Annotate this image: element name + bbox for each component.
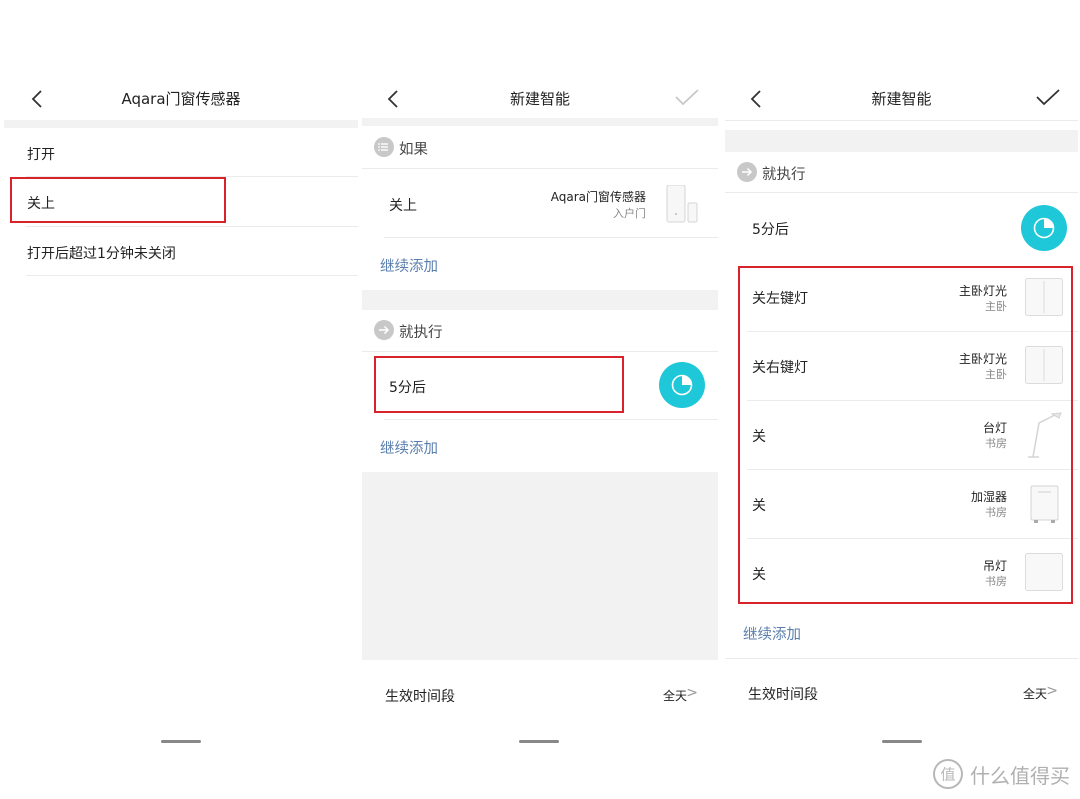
empty-area: [362, 472, 718, 660]
back-button[interactable]: [24, 85, 52, 113]
device-room: 主卧: [985, 300, 1007, 313]
chevron-left-icon: [750, 90, 761, 108]
checkmark-icon: [675, 89, 699, 106]
device-room: 书房: [985, 575, 1007, 588]
smzdm-logo-icon: 值: [933, 759, 963, 789]
effective-time-label: 生效时间段: [748, 687, 818, 703]
timer-icon[interactable]: [659, 362, 705, 408]
add-more-action-link[interactable]: 继续添加: [743, 623, 801, 644]
sensor-trigger-panel: Aqara门窗传感器 打开 关上 打开后超过1分钟未关闭: [4, 0, 358, 799]
wall-switch-icon: [1025, 553, 1063, 591]
effective-time-row[interactable]: 生效时间段 全天 >: [362, 674, 718, 714]
device-room: 入户门: [613, 207, 646, 220]
new-automation-actions-panel: 新建智能 就执行 5分后 关左键灯 主卧灯光 主卧 关右键灯 主卧灯光 主卧 关…: [725, 0, 1078, 799]
arrow-right-icon: [374, 320, 394, 340]
option-open-over-1min[interactable]: 打开后超过1分钟未关闭: [4, 227, 358, 275]
option-label: 打开后超过1分钟未关闭: [27, 246, 176, 262]
device-name: 主卧灯光: [958, 284, 1007, 298]
device-name: Aqara门窗传感器: [550, 190, 646, 204]
action-label: 关右键灯: [752, 360, 808, 376]
divider: [725, 120, 1078, 121]
home-indicator[interactable]: [519, 740, 559, 743]
confirm-button[interactable]: [671, 84, 703, 112]
device-room: 主卧: [985, 368, 1007, 381]
option-label: 打开: [27, 147, 55, 163]
delay-label: 5分后: [752, 222, 789, 238]
trigger-action: 关上: [389, 198, 417, 214]
device-name: 主卧灯光: [958, 352, 1007, 366]
delay-row[interactable]: 5分后: [362, 352, 718, 419]
chevron-right-icon: >: [1046, 683, 1058, 699]
door-sensor-icon: [665, 184, 699, 223]
chevron-right-icon: >: [686, 685, 698, 701]
then-section-header: 就执行: [762, 167, 806, 183]
chevron-left-icon: [387, 90, 398, 108]
action-row[interactable]: 关 吊灯 书房: [725, 539, 1078, 605]
desk-lamp-icon: [1025, 411, 1063, 459]
back-button[interactable]: [743, 85, 771, 113]
option-open[interactable]: 打开: [4, 128, 358, 176]
action-label: 关左键灯: [752, 291, 808, 307]
effective-time-value: 全天: [662, 689, 687, 703]
page-title: Aqara门窗传感器: [121, 90, 241, 108]
divider: [384, 237, 718, 238]
action-label: 关: [752, 498, 766, 514]
home-indicator[interactable]: [161, 740, 201, 743]
page-title: 新建智能: [509, 90, 570, 108]
device-name: 台灯: [982, 421, 1007, 435]
add-more-condition-link[interactable]: 继续添加: [380, 255, 438, 276]
option-close[interactable]: 关上: [4, 177, 358, 225]
add-more-action-link[interactable]: 继续添加: [380, 437, 438, 458]
section-separator: [4, 120, 358, 128]
divider: [384, 419, 718, 420]
if-section-header: 如果: [399, 142, 428, 158]
action-label: 关: [752, 429, 766, 445]
checkmark-icon: [1036, 89, 1060, 106]
delay-label: 5分后: [389, 380, 426, 396]
wall-switch-icon: [1025, 278, 1063, 316]
option-label: 关上: [27, 196, 55, 212]
page-title: 新建智能: [871, 90, 932, 108]
delay-row[interactable]: 5分后: [725, 193, 1078, 261]
home-indicator[interactable]: [882, 740, 922, 743]
action-label: 关: [752, 567, 766, 583]
trigger-row[interactable]: 关上 Aqara门窗传感器 入户门: [362, 169, 718, 237]
action-row[interactable]: 关 台灯 书房: [725, 401, 1078, 469]
chevron-left-icon: [31, 90, 42, 108]
confirm-button[interactable]: [1032, 84, 1064, 112]
divider: [26, 275, 358, 276]
effective-time-label: 生效时间段: [385, 689, 455, 705]
new-automation-panel: 新建智能 如果 关上 Aqara门窗传感器 入户门 继续添加 就执行 5分后 继…: [362, 0, 718, 799]
wall-switch-icon: [1025, 346, 1063, 384]
humidifier-icon: [1030, 484, 1060, 524]
divider: [725, 658, 1078, 659]
effective-time-row[interactable]: 生效时间段 全天 >: [725, 672, 1078, 712]
section-separator: [362, 290, 718, 310]
effective-time-value: 全天: [1022, 687, 1047, 701]
action-row[interactable]: 关 加湿器 书房: [725, 470, 1078, 538]
action-row[interactable]: 关右键灯 主卧灯光 主卧: [725, 332, 1078, 400]
device-name: 吊灯: [982, 559, 1007, 573]
device-name: 加湿器: [970, 490, 1007, 504]
device-room: 书房: [985, 437, 1007, 450]
watermark-text: 什么值得买: [970, 763, 1070, 788]
timer-icon[interactable]: [1021, 205, 1067, 251]
section-separator: [725, 130, 1078, 152]
list-icon: [374, 137, 394, 157]
back-button[interactable]: [380, 85, 408, 113]
device-room: 书房: [985, 506, 1007, 519]
then-section-header: 就执行: [399, 325, 443, 341]
action-row[interactable]: 关左键灯 主卧灯光 主卧: [725, 263, 1078, 331]
arrow-right-icon: [737, 162, 757, 182]
logo-char: 值: [940, 766, 955, 784]
section-separator: [362, 118, 718, 126]
watermark: 值 什么值得买: [932, 757, 1070, 791]
